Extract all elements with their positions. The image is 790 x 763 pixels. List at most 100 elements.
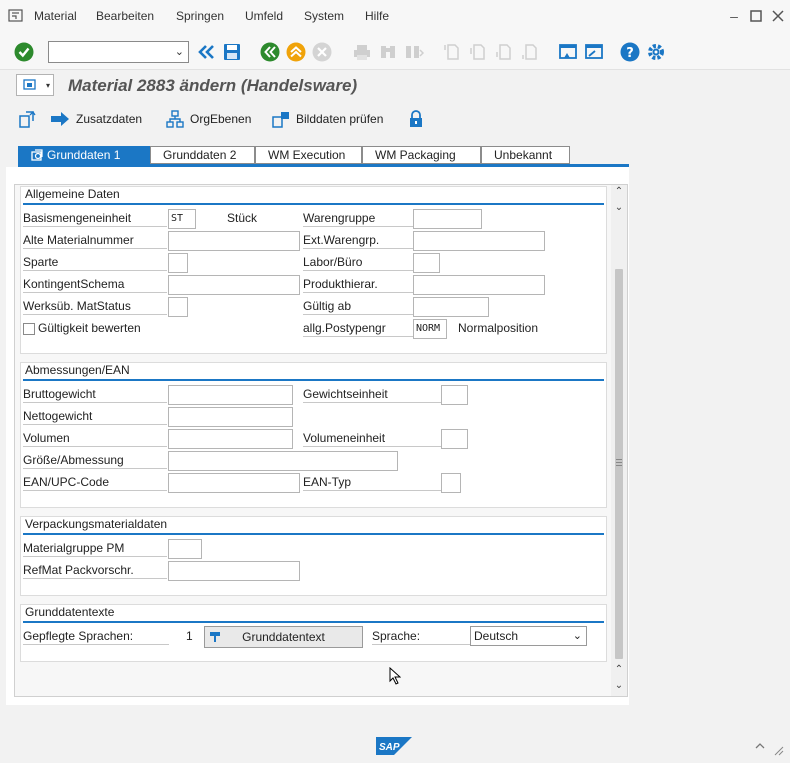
dropdown-arrow-icon: ▾ <box>45 81 50 90</box>
werksueb-matstatus-label: Werksüb. MatStatus <box>23 299 167 315</box>
ean-upc-code-input[interactable] <box>168 473 300 493</box>
produkthierar-input[interactable] <box>413 275 545 295</box>
svg-text:SAP: SAP <box>379 742 400 753</box>
orgebenen-button[interactable]: OrgEbenen <box>166 109 251 129</box>
ean-typ-input[interactable] <box>441 473 461 493</box>
group-divider <box>23 533 604 535</box>
zusatzdaten-button[interactable]: Zusatzdaten <box>50 109 142 129</box>
allg-postypengr-input[interactable]: NORM <box>413 319 447 339</box>
tab-label: Grunddaten 2 <box>163 148 237 162</box>
text-edit-icon <box>210 632 220 642</box>
menu-system[interactable]: System <box>304 9 344 23</box>
maximize-icon[interactable] <box>748 8 764 24</box>
menu-bearbeiten[interactable]: Bearbeiten <box>96 9 154 23</box>
menu-hilfe[interactable]: Hilfe <box>365 9 389 23</box>
bilddaten-pruefen-button[interactable]: Bilddaten prüfen <box>272 109 383 129</box>
gueltigkeit-bewerten-checkbox[interactable] <box>23 323 35 335</box>
volumen-input[interactable] <box>168 429 293 449</box>
tab-wm-packaging[interactable]: WM Packaging <box>362 146 481 164</box>
gueltigkeit-bewerten-label: Gültigkeit bewerten <box>38 321 141 335</box>
scroll-down-icon[interactable]: ⌄ <box>614 681 624 691</box>
exit-icon[interactable] <box>286 42 306 62</box>
sprache-select[interactable]: Deutsch ⌄ <box>470 626 587 646</box>
scrollbar-thumb[interactable] <box>615 269 623 659</box>
system-toolbar: ⌄ ? <box>0 34 790 70</box>
gear-icon[interactable] <box>646 42 666 62</box>
werksueb-matstatus-input[interactable] <box>168 297 188 317</box>
back-icon[interactable] <box>260 42 280 62</box>
create-session-icon[interactable] <box>558 42 578 62</box>
tab-grunddaten-1[interactable]: Grunddaten 1 <box>18 146 150 164</box>
close-icon[interactable] <box>770 8 786 24</box>
labor-buero-input[interactable] <box>413 253 440 273</box>
groesse-abmessung-input[interactable] <box>168 451 398 471</box>
menu-icon[interactable] <box>8 9 24 23</box>
status-expand-icon[interactable] <box>754 740 766 752</box>
print-icon <box>354 45 370 60</box>
nettogewicht-label: Nettogewicht <box>23 409 167 425</box>
volumeneinheit-label: Volumeneinheit <box>303 431 441 447</box>
gewichtseinheit-input[interactable] <box>441 385 468 405</box>
scroll-up-icon[interactable]: ⌃ <box>614 187 624 197</box>
help-icon[interactable]: ? <box>620 42 640 62</box>
materialgruppe-pm-input[interactable] <box>168 539 202 559</box>
enter-check-icon[interactable] <box>14 42 34 62</box>
other-view-button[interactable] <box>18 109 36 129</box>
menu-springen[interactable]: Springen <box>176 9 224 23</box>
sparte-input[interactable] <box>168 253 188 273</box>
alte-materialnummer-label: Alte Materialnummer <box>23 233 167 249</box>
vertical-scrollbar[interactable]: ⌃ ⌄ ⌃ ⌄ <box>611 185 627 696</box>
scroll-down-icon[interactable]: ⌄ <box>614 203 624 213</box>
command-field[interactable]: ⌄ <box>48 41 189 63</box>
lock-button[interactable] <box>408 109 424 129</box>
volumeneinheit-input[interactable] <box>441 429 468 449</box>
application-toolbar: Zusatzdaten OrgEbenen Bilddaten prüfen <box>0 104 790 132</box>
minimize-icon[interactable]: – <box>726 8 742 24</box>
group-grunddatentexte: Grunddatentexte Gepflegte Sprachen: 1 Gr… <box>20 604 607 662</box>
ean-upc-code-label: EAN/UPC-Code <box>23 475 167 491</box>
chevron-down-icon[interactable]: ⌄ <box>175 45 184 58</box>
resize-grip-icon[interactable] <box>772 744 784 756</box>
tab-unbekannt[interactable]: Unbekannt <box>481 146 570 164</box>
gui-menu-button[interactable]: ▾ <box>16 74 54 96</box>
bruttogewicht-input[interactable] <box>168 385 293 405</box>
group-divider <box>23 203 604 205</box>
arrow-right-icon <box>51 112 69 126</box>
cancel-icon <box>312 42 332 62</box>
gueltig-ab-label: Gültig ab <box>303 299 413 315</box>
gueltig-ab-input[interactable] <box>413 297 489 317</box>
scroll-up-icon[interactable]: ⌃ <box>614 665 624 675</box>
tab-label: WM Execution <box>268 148 346 162</box>
tab-grunddaten-2[interactable]: Grunddaten 2 <box>150 146 255 164</box>
refmat-packvorschr-input[interactable] <box>168 561 300 581</box>
volumen-label: Volumen <box>23 431 167 447</box>
labor-buero-label: Labor/Büro <box>303 255 413 271</box>
group-title: Allgemeine Daten <box>25 187 120 201</box>
scroll-container: Allgemeine Daten Basismengeneinheit ST S… <box>14 184 628 697</box>
double-chevron-left-icon[interactable] <box>197 42 217 62</box>
group-allgemeine-daten: Allgemeine Daten Basismengeneinheit ST S… <box>20 186 607 354</box>
alte-materialnummer-input[interactable] <box>168 231 300 251</box>
warengruppe-input[interactable] <box>413 209 482 229</box>
grunddatentext-button[interactable]: Grunddatentext <box>204 626 363 648</box>
nettogewicht-input[interactable] <box>168 407 293 427</box>
menu-bar: Material Bearbeiten Springen Umfeld Syst… <box>0 0 790 34</box>
warengruppe-label: Warengruppe <box>303 211 413 227</box>
svg-text:?: ? <box>626 46 634 61</box>
tab-wm-execution[interactable]: WM Execution <box>255 146 362 164</box>
status-bar: SAP <box>0 730 790 763</box>
basismengeneinheit-text: Stück <box>227 211 258 225</box>
ext-warengrp-input[interactable] <box>413 231 545 251</box>
previous-page-icon <box>470 44 485 60</box>
create-shortcut-icon[interactable] <box>584 42 604 62</box>
group-title: Verpackungsmaterialdaten <box>25 517 168 531</box>
save-icon[interactable] <box>222 42 242 62</box>
org-hierarchy-icon <box>166 110 184 128</box>
menu-umfeld[interactable]: Umfeld <box>245 9 283 23</box>
menu-material[interactable]: Material <box>34 9 77 23</box>
sprache-label: Sprache: <box>372 629 470 645</box>
lock-icon <box>410 110 422 127</box>
basismengeneinheit-input[interactable]: ST <box>168 209 196 229</box>
kontingentschema-input[interactable] <box>168 275 300 295</box>
kontingentschema-label: KontingentSchema <box>23 277 167 293</box>
